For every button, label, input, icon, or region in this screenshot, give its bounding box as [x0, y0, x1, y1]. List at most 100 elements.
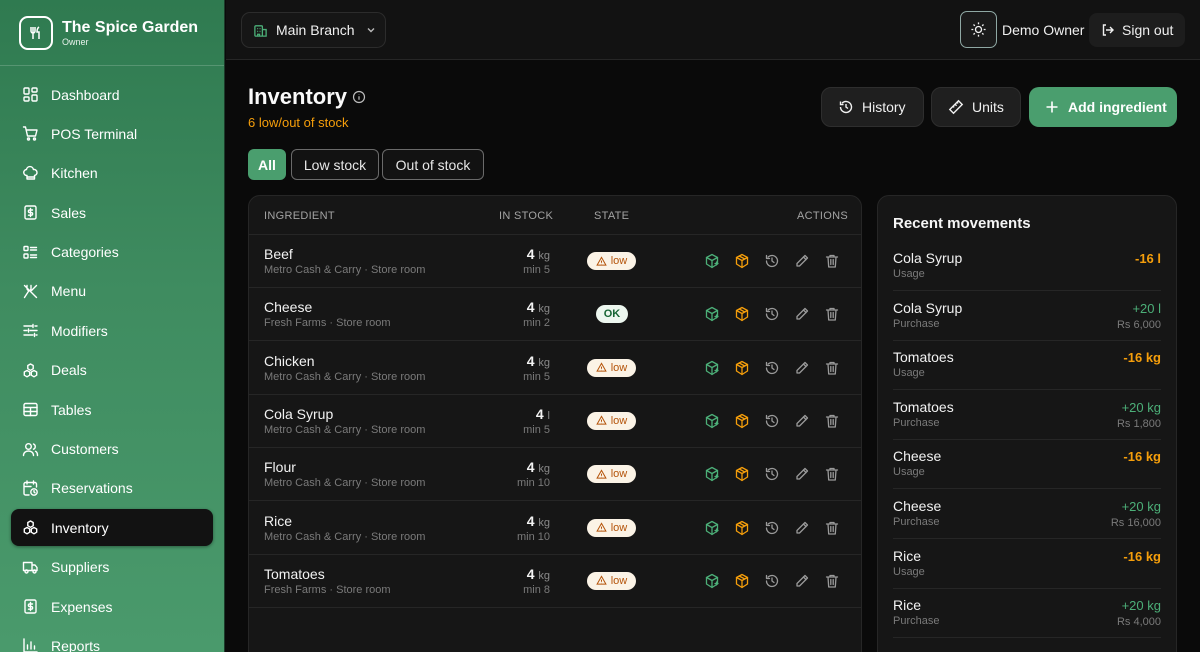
sidebar-item-categories[interactable]: Categories	[11, 234, 213, 271]
stock-value: 4	[526, 299, 535, 316]
theme-toggle-button[interactable]	[960, 11, 997, 48]
sidebar-item-sales[interactable]: Sales	[11, 194, 213, 231]
filter-out-of-stock[interactable]: Out of stock	[382, 149, 484, 180]
delete-button[interactable]	[824, 573, 840, 589]
history-button[interactable]	[764, 520, 780, 536]
movement-item: Tomatoes Usage -16 kg	[893, 340, 1161, 391]
table-row: Beef Metro Cash & Carry · Store room 4 kg m…	[249, 235, 861, 288]
users-icon	[22, 442, 39, 456]
restaurant-logo-icon	[19, 15, 53, 50]
delete-button[interactable]	[824, 466, 840, 482]
stock-quantity: 4 kg	[527, 246, 550, 262]
delete-button[interactable]	[824, 360, 840, 376]
adjust-stock-button[interactable]	[734, 573, 750, 589]
sidebar-item-label: Customers	[51, 441, 119, 458]
sidebar-item-customers[interactable]: Customers	[11, 431, 213, 468]
receive-stock-button[interactable]	[704, 520, 720, 536]
sidebar-item-inventory[interactable]: Inventory	[11, 509, 213, 547]
delete-button[interactable]	[824, 520, 840, 536]
low-stock-summary: 6 low/out of stock	[248, 115, 349, 130]
history-button[interactable]	[764, 573, 780, 589]
edit-button[interactable]	[794, 306, 810, 322]
warning-icon	[595, 255, 607, 266]
edit-button[interactable]	[794, 413, 810, 429]
ingredient-name[interactable]: Rice	[264, 513, 292, 529]
edit-button[interactable]	[794, 466, 810, 482]
receive-stock-button[interactable]	[704, 413, 720, 429]
history-button[interactable]	[764, 413, 780, 429]
ingredient-name[interactable]: Beef	[264, 246, 293, 262]
movement-cost: Rs 16,000	[1110, 517, 1161, 529]
sidebar-item-dashboard[interactable]: Dashboard	[11, 76, 213, 113]
add-ingredient-button[interactable]: Add ingredient	[1029, 87, 1177, 127]
movement-ingredient: Cola Syrup	[893, 299, 963, 316]
list-icon	[23, 245, 38, 259]
sidebar-item-deals[interactable]: Deals	[11, 352, 213, 389]
ingredient-name[interactable]: Cola Syrup	[264, 406, 333, 422]
sidebar-item-modifiers[interactable]: Modifiers	[11, 312, 213, 349]
edit-button[interactable]	[794, 360, 810, 376]
sidebar-item-tables[interactable]: Tables	[11, 391, 213, 428]
sidebar-item-kitchen[interactable]: Kitchen	[11, 155, 213, 192]
utensils-icon	[23, 284, 38, 299]
receive-stock-button[interactable]	[704, 253, 720, 269]
edit-button[interactable]	[794, 520, 810, 536]
adjust-stock-button[interactable]	[734, 520, 750, 536]
movement-quantity: +20 kg	[1121, 399, 1161, 415]
ingredient-name[interactable]: Chicken	[264, 353, 315, 369]
warning-icon	[595, 362, 607, 372]
receive-stock-button[interactable]	[704, 573, 720, 589]
delete-button[interactable]	[824, 253, 840, 269]
movement-item: Rice Purchase +20 kg Rs 4,000	[893, 588, 1161, 639]
ruler-icon	[948, 99, 964, 115]
edit-icon	[796, 468, 809, 480]
branch-selector[interactable]: Main Branch	[241, 12, 386, 48]
history-button[interactable]: History	[821, 87, 924, 127]
receive-stock-icon	[705, 520, 719, 535]
history-button[interactable]	[764, 466, 780, 482]
filter-all[interactable]: All	[248, 149, 286, 180]
history-button[interactable]	[764, 360, 780, 376]
history-button[interactable]	[764, 306, 780, 322]
delete-button[interactable]	[824, 306, 840, 322]
history-icon	[765, 574, 779, 587]
movement-ingredient: Rice	[893, 597, 922, 614]
sidebar-item-reservations[interactable]: Reservations	[11, 470, 213, 507]
stock-quantity: 4 kg	[527, 299, 550, 315]
adjust-stock-button[interactable]	[734, 306, 750, 322]
adjust-stock-button[interactable]	[734, 253, 750, 269]
units-button[interactable]: Units	[931, 87, 1021, 127]
delete-icon	[825, 468, 839, 481]
sidebar-item-pos-terminal[interactable]: POS Terminal	[11, 115, 213, 152]
sidebar-item-menu[interactable]: Menu	[11, 273, 213, 310]
adjust-stock-button[interactable]	[734, 360, 750, 376]
delete-icon	[825, 521, 839, 535]
ingredient-name[interactable]: Flour	[264, 459, 296, 475]
receive-stock-button[interactable]	[704, 360, 720, 376]
bar-chart-icon	[23, 638, 38, 652]
ingredient-name[interactable]: Cheese	[264, 299, 312, 315]
sign-out-button[interactable]: Sign out	[1089, 13, 1185, 47]
filter-low-stock[interactable]: Low stock	[291, 149, 379, 180]
ingredient-supplier: Fresh Farms · Store room	[264, 317, 391, 330]
adjust-stock-button[interactable]	[734, 413, 750, 429]
edit-button[interactable]	[794, 253, 810, 269]
sidebar-item-suppliers[interactable]: Suppliers	[11, 549, 213, 586]
ingredient-name[interactable]: Tomatoes	[264, 566, 325, 582]
adjust-stock-button[interactable]	[734, 466, 750, 482]
sidebar-item-reports[interactable]: Reports	[11, 627, 213, 652]
delete-button[interactable]	[824, 413, 840, 429]
edit-button[interactable]	[794, 573, 810, 589]
movement-ingredient: Cheese	[893, 448, 942, 465]
history-icon	[765, 468, 779, 481]
status-label: low	[610, 255, 628, 267]
ingredient-supplier: Metro Cash & Carry · Store room	[264, 423, 426, 436]
history-icon	[839, 100, 853, 114]
receive-stock-button[interactable]	[704, 306, 720, 322]
info-icon[interactable]	[352, 90, 366, 104]
sidebar-item-expenses[interactable]: Expenses	[11, 588, 213, 625]
movement-cost: Rs 1,800	[1116, 417, 1161, 430]
table-row: Cola Syrup Metro Cash & Carry · Store roo…	[249, 395, 861, 448]
history-button[interactable]	[764, 253, 780, 269]
receive-stock-button[interactable]	[704, 466, 720, 482]
